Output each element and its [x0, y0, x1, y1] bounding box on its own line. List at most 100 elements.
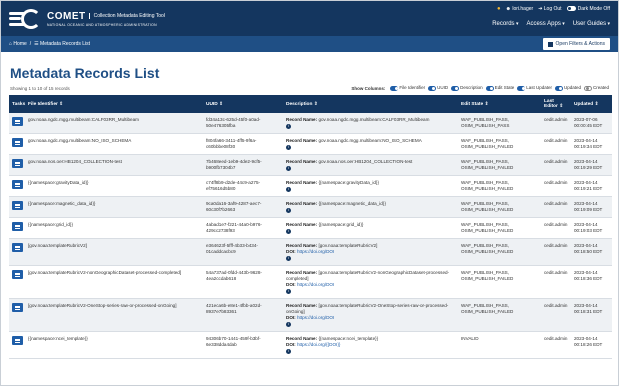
menu-icon: [15, 338, 20, 343]
menu-icon: [15, 305, 20, 310]
column-toggle-file-identifier[interactable]: File Identifier: [390, 85, 425, 91]
info-icon[interactable]: i: [286, 256, 291, 261]
file-identifier-cell[interactable]: [gov.noaa:templateRubricV2-OneStop-serie…: [25, 299, 203, 332]
info-icon[interactable]: i: [286, 208, 291, 213]
last-editor-cell: cedit.admin: [544, 117, 568, 122]
file-identifier-cell[interactable]: gov.noaa.ngdc.mgg.multibeam:CALF03RR_Mul…: [25, 113, 203, 134]
column-toggle-created[interactable]: Created: [583, 85, 609, 91]
menu-access-apps[interactable]: Access Apps: [526, 21, 564, 27]
updated-cell: 2023-04-14 00:18:36 EDT: [574, 270, 603, 281]
column-toggle-updated[interactable]: Updated: [554, 85, 581, 91]
task-menu-button[interactable]: [12, 270, 23, 279]
uuid-cell: 54a737ad-0fdd-443b-9628-4ea2ccdab618: [206, 270, 262, 281]
updated-cell: 2023-04-14 00:18:26 EDT: [574, 336, 603, 347]
logout-link[interactable]: ➔ Log Out: [538, 6, 561, 12]
menu-user-guides[interactable]: User Guides: [573, 21, 610, 27]
edit-state-cell: WAF_PUBLISH_PASS, OSIM_PUBLISH_FAILED: [461, 201, 514, 212]
updated-cell: 2023-04-14 00:19:09 EDT: [574, 201, 603, 212]
header-description[interactable]: Description ⇕: [283, 95, 458, 113]
uuid-cell: fd34a13c-625d-45f0-a0ad-50e476305fba: [206, 117, 261, 128]
menu-icon: [15, 203, 20, 208]
task-menu-button[interactable]: [12, 243, 23, 252]
app-subtitle: Collection Metadata Editing Tool: [88, 12, 165, 19]
toggle-icon: [566, 6, 576, 12]
doi-link[interactable]: https://doi.org/{{DOI}}: [297, 342, 340, 347]
column-toggle-description[interactable]: Description: [451, 85, 483, 91]
task-cell: [9, 299, 25, 332]
user-name[interactable]: ☻ lori.hager: [506, 6, 534, 12]
record-name-label: Record Name:: [286, 117, 318, 122]
header-last-editor[interactable]: Last Editor ⇕: [541, 95, 571, 113]
file-identifier-cell[interactable]: {{namespace:ncei_template}}: [25, 332, 203, 359]
file-identifier-cell[interactable]: [gov.noaa:templateRubricV2-nonGeographic…: [25, 266, 203, 299]
info-icon[interactable]: i: [286, 187, 291, 192]
comet-logo-icon: [9, 8, 43, 30]
doi-link[interactable]: https://doi.org/DOI: [297, 315, 334, 320]
info-icon[interactable]: i: [286, 229, 291, 234]
edit-state-cell: WAF_PUBLISH_PASS, OSIM_PUBLISH_FAILED: [461, 303, 514, 314]
task-menu-button[interactable]: [12, 117, 23, 126]
app-name: COMET: [47, 10, 86, 22]
doi-line: DOI: https://doi.org/{{DOI}}: [286, 342, 341, 347]
column-toggle-edit-state[interactable]: Edit State: [485, 85, 514, 91]
task-menu-button[interactable]: [12, 159, 23, 168]
task-menu-button[interactable]: [12, 222, 23, 231]
breadcrumb-separator: /: [29, 41, 32, 47]
description-cell: Record Name: [gov.noaa:templateRubricV2-…: [283, 299, 458, 332]
column-toggle-last-updater[interactable]: Last Updater: [517, 85, 552, 91]
task-cell: [9, 218, 25, 239]
breadcrumb-home[interactable]: Home: [13, 41, 26, 47]
open-filters-button[interactable]: Open Filters & Actions: [542, 38, 610, 50]
info-icon[interactable]: i: [286, 322, 291, 327]
record-name: [gov.noaa:templateRubricV2]: [318, 243, 378, 248]
updated-cell: 2023-07-06 00:00:45 EDT: [574, 117, 603, 128]
menu-icon: [15, 224, 20, 229]
open-filters-label: Open Filters & Actions: [555, 41, 605, 47]
file-identifier-cell[interactable]: {{namespace:gravityData_id}}: [25, 176, 203, 197]
info-icon[interactable]: i: [286, 145, 291, 150]
record-name-label: Record Name:: [286, 180, 318, 185]
comet-logo[interactable]: COMET Collection Metadata Editing Tool NA…: [9, 8, 165, 30]
header-file-identifier[interactable]: File Identifier ⇕: [25, 95, 203, 113]
table-row: [gov.noaa:templateRubricV2-nonGeographic…: [9, 266, 612, 299]
uuid-cell: 94306b70-1441-459f-b3bf-6e338dda4dab: [206, 336, 261, 347]
task-menu-button[interactable]: [12, 180, 23, 189]
doi-link[interactable]: https://doi.org/DOI: [297, 282, 334, 287]
task-menu-button[interactable]: [12, 303, 23, 312]
table-row: gov.noaa.ngdc.mgg.multibeam:CALF03RR_Mul…: [9, 113, 612, 134]
info-icon[interactable]: i: [286, 289, 291, 294]
task-menu-button[interactable]: [12, 201, 23, 210]
task-menu-button[interactable]: [12, 138, 23, 147]
file-identifier-cell[interactable]: gov.noaa.nos.oer:HB1204_COLLECTION-test: [25, 155, 203, 176]
file-identifier-cell[interactable]: {{namespace:magnetic_data_id}}: [25, 197, 203, 218]
description-cell: Record Name: {{namespace:magnetic_data_i…: [283, 197, 458, 218]
updated-cell: 2023-04-14 00:19:29 EDT: [574, 159, 603, 170]
dark-mode-toggle[interactable]: Dark Mode Off: [566, 6, 610, 12]
updated-cell: 2023-04-14 00:19:03 EDT: [574, 222, 603, 233]
menu-records[interactable]: Records: [492, 21, 518, 27]
file-identifier-cell[interactable]: gov.noaa.ngdc.mgg.multibeam:NO_ISO_SCHEM…: [25, 134, 203, 155]
header-updated[interactable]: Updated ⇕: [571, 95, 612, 113]
uuid-cell: 4abad1e7-f221-44a0-b976-429cc2738f93: [206, 222, 262, 233]
user-area: ● ☻ lori.hager ➔ Log Out Dark Mode Off: [497, 6, 610, 12]
file-identifier-cell[interactable]: [gov.noaa:templateRubricV2]: [25, 239, 203, 266]
record-name: {{namespace:magnetic_data_id}}: [318, 201, 386, 206]
info-icon[interactable]: i: [286, 124, 291, 129]
file-identifier-cell[interactable]: {{namespace:grid_id}}: [25, 218, 203, 239]
header-uuid[interactable]: UUID ⇕: [203, 95, 283, 113]
menu-icon: [15, 140, 20, 145]
record-name: {{namespace:gravityData_id}}: [318, 180, 379, 185]
info-icon[interactable]: i: [286, 166, 291, 171]
bell-icon[interactable]: ●: [497, 6, 501, 12]
doi-link[interactable]: https://doi.org/DOI: [297, 249, 334, 254]
column-toggle-uuid[interactable]: UUID: [428, 85, 448, 91]
task-menu-button[interactable]: [12, 336, 23, 345]
task-cell: [9, 176, 25, 197]
description-cell: Record Name: [gov.noaa:templateRubricV2-…: [283, 266, 458, 299]
info-icon[interactable]: i: [286, 349, 291, 354]
record-name-label: Record Name:: [286, 222, 318, 227]
header-edit-state[interactable]: Edit State ⇕: [458, 95, 541, 113]
edit-state-cell: WAF_PUBLISH_PASS, OSIM_PUBLISH_PASS: [461, 117, 510, 128]
last-editor-cell: cedit.admin: [544, 222, 568, 227]
doi-line: DOI: https://doi.org/DOI: [286, 315, 335, 320]
